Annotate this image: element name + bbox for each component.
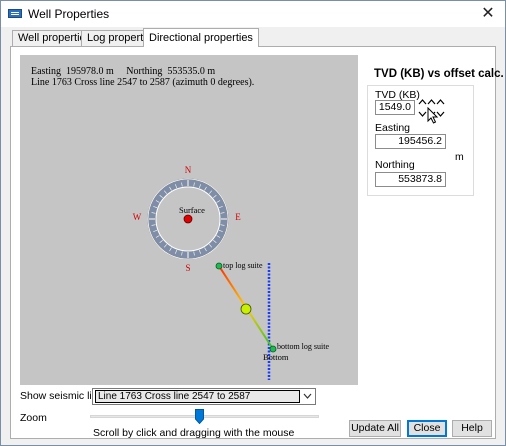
seismic-line-select[interactable]: Line 1763 Cross line 2547 to 2587	[92, 388, 316, 405]
easting-label: Easting	[375, 122, 411, 134]
window-title: Well Properties	[28, 7, 110, 21]
northing-label: Northing	[375, 159, 415, 171]
bottom-log-label: bottom log suite	[277, 342, 329, 351]
close-window-button[interactable]: ✕	[471, 1, 505, 27]
update-all-button[interactable]: Update All	[349, 420, 401, 437]
zoom-help-text: Scroll by click and dragging with the mo…	[93, 427, 295, 439]
zoom-slider-track[interactable]	[90, 415, 319, 418]
well-app-icon	[8, 9, 22, 18]
surface-label: Surface	[179, 205, 205, 215]
compass-east-label: E	[235, 212, 241, 222]
northing-field[interactable]: 553873.8	[375, 172, 446, 187]
spin-up-down-icon[interactable]	[418, 98, 427, 118]
well-plot-canvas: N S E W Surface top log suite bottom log…	[133, 165, 329, 380]
unit-label: m	[455, 151, 464, 163]
compass-west-label: W	[133, 212, 142, 222]
compass-north-label: N	[185, 165, 192, 175]
well-plot[interactable]: Easting 195978.0 m Northing 553535.0 m L…	[20, 55, 358, 385]
title-bar: Well Properties ✕	[1, 1, 505, 27]
top-log-marker	[215, 262, 223, 270]
compass-south-label: S	[185, 263, 190, 273]
zoom-label: Zoom	[20, 412, 47, 424]
arrow-cursor-icon	[427, 107, 439, 124]
surface-marker	[183, 214, 193, 224]
top-log-label: top log suite	[223, 261, 263, 270]
easting-field[interactable]: 195456.2	[375, 134, 446, 149]
show-seismic-label: Show seismic line	[20, 390, 104, 402]
zoom-slider-thumb[interactable]	[195, 409, 205, 424]
tvd-input[interactable]: 1549.0	[375, 100, 415, 115]
seismic-line-selected: Line 1763 Cross line 2547 to 2587	[95, 390, 300, 403]
close-button[interactable]: Close	[407, 420, 447, 437]
midpoint-marker[interactable]	[240, 303, 252, 315]
well-properties-dialog: Well Properties ✕ Well properties Log pr…	[0, 0, 506, 446]
chevron-down-icon	[303, 393, 312, 399]
tab-directional-properties[interactable]: Directional properties	[143, 28, 259, 47]
tvd-section-title: TVD (KB) vs offset calc.	[374, 68, 504, 80]
help-button[interactable]: Help	[452, 420, 492, 437]
bottom-label: Bottom	[263, 352, 289, 362]
